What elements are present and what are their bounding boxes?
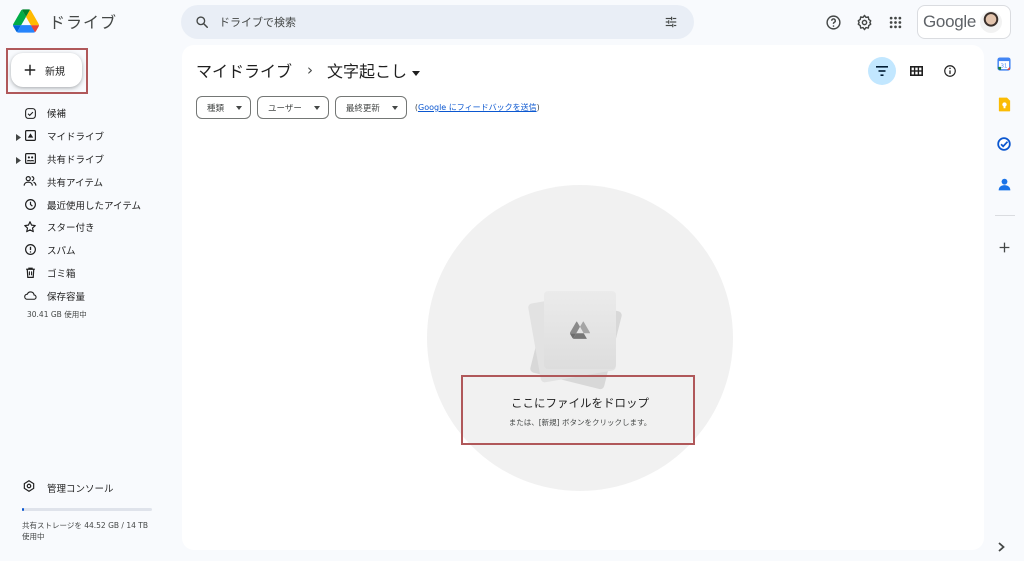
search-icon[interactable] [185, 15, 219, 29]
tasks-app-icon[interactable] [995, 135, 1013, 153]
star-icon [23, 220, 37, 234]
filter-chip-modified[interactable]: 最終更新 [334, 96, 407, 119]
account-switcher[interactable]: Google [917, 5, 1011, 39]
shared-people-icon [23, 174, 37, 188]
shared-storage-text: 共有ストレージを 44.52 GB / 14 TB 使用中 [22, 521, 148, 541]
chip-label: 最終更新 [345, 103, 380, 114]
feedback-link[interactable]: Google にフィードバックを送信 [418, 103, 537, 112]
filter-chip-type[interactable]: 種類 [196, 96, 252, 119]
suggested-icon [23, 106, 37, 120]
filter-chip-people[interactable]: ユーザー [257, 96, 329, 119]
breadcrumb-root[interactable]: マイドライブ [196, 58, 292, 82]
search-input[interactable] [219, 15, 654, 29]
storage-progress-fill [22, 508, 24, 511]
help-icon[interactable] [823, 12, 843, 32]
sidebar-item-label: 最近使用したアイテム [47, 200, 142, 212]
sidebar-item-trash[interactable]: ゴミ箱 [0, 262, 170, 285]
view-toolbar [868, 57, 970, 85]
info-icon [944, 65, 956, 77]
add-addon-icon[interactable] [995, 238, 1013, 256]
sidebar-item-label: 共有ドライブ [47, 154, 105, 166]
chip-label: 種類 [207, 103, 225, 114]
apps-grid-icon[interactable] [885, 12, 905, 32]
sidebar-item-shared-drives[interactable]: 共有ドライブ [0, 148, 170, 171]
sidebar-item-label: 保存容量 [47, 291, 86, 303]
filter-chips: 種類 ユーザー 最終更新 (Google にフィードバックを送信) [196, 96, 540, 119]
breadcrumb-current-folder[interactable]: 文字起こし [327, 58, 407, 82]
expand-caret-icon[interactable] [16, 133, 21, 144]
app-title: ドライブ [49, 13, 118, 32]
drive-logo-gray-icon [570, 321, 590, 339]
search-bar[interactable] [181, 5, 694, 39]
sidebar-item-my-drive[interactable]: マイドライブ [0, 125, 170, 148]
sidebar-item-spam[interactable]: スパム [0, 239, 170, 262]
sidebar-item-label: スター付き [47, 223, 95, 235]
chip-label: ユーザー [268, 103, 302, 114]
sidebar-nav: 候補 マイドライブ 共有ドライブ 共有アイテム 最近使用したアイテム スター付き… [0, 102, 170, 307]
storage-progress-bar [22, 508, 152, 511]
sidebar-item-recent[interactable]: 最近使用したアイテム [0, 193, 170, 216]
main-panel: マイドライブ › 文字起こし 種類 ユーザー 最終更新 (Google にフィー… [182, 45, 984, 550]
admin-shield-icon [22, 479, 36, 496]
my-drive-icon [23, 129, 37, 143]
avatar[interactable] [980, 11, 1003, 33]
search-options-icon[interactable] [654, 15, 688, 29]
settings-gear-icon[interactable] [854, 12, 874, 32]
chevron-down-icon [236, 103, 243, 113]
trash-icon [23, 266, 37, 280]
calendar-app-icon[interactable]: 31 [995, 55, 1013, 73]
highlight-box-new [6, 48, 88, 94]
grid-view-button[interactable] [902, 57, 930, 85]
sidebar-item-label: ゴミ箱 [47, 268, 76, 280]
admin-console-link[interactable]: 管理コンソール [22, 479, 114, 496]
breadcrumb: マイドライブ › 文字起こし [196, 58, 421, 82]
details-button[interactable] [936, 57, 964, 85]
breadcrumb-separator: › [307, 61, 314, 79]
feedback-paren-close: ) [536, 103, 540, 112]
feedback-text: (Google にフィードバックを送信) [415, 102, 540, 113]
filter-toggle-button[interactable] [868, 57, 896, 85]
filter-icon [876, 66, 888, 76]
empty-state-card-front [544, 291, 616, 369]
clock-icon [23, 197, 37, 211]
highlight-box-drop [461, 375, 695, 445]
sidebar-item-label: スパム [47, 246, 76, 258]
sidebar-item-label: マイドライブ [47, 132, 105, 144]
admin-console-label: 管理コンソール [47, 483, 114, 495]
sidebar-item-label: 候補 [47, 109, 67, 121]
rail-divider [995, 215, 1015, 216]
folder-dropdown-icon[interactable] [412, 61, 421, 80]
storage-used-text: 30.41 GB 使用中 [27, 310, 87, 319]
sidebar-item-shared-with-me[interactable]: 共有アイテム [0, 170, 170, 193]
drive-logo[interactable]: ドライブ [13, 9, 117, 33]
sidebar-item-starred[interactable]: スター付き [0, 216, 170, 239]
collapse-panel-chevron-icon[interactable] [998, 537, 1005, 556]
sidebar-item-label: 共有アイテム [47, 177, 104, 189]
sidebar-item-storage[interactable]: 保存容量 [0, 284, 170, 307]
contacts-app-icon[interactable] [995, 175, 1013, 193]
spam-icon [23, 243, 37, 257]
keep-app-icon[interactable] [995, 95, 1013, 113]
svg-text:31: 31 [1001, 64, 1008, 70]
cloud-icon [23, 288, 37, 302]
chevron-down-icon [313, 103, 320, 113]
drive-logo-icon [13, 9, 39, 33]
shared-drives-icon [23, 152, 37, 166]
side-panel-rail: 31 [995, 55, 1015, 278]
google-brand: Google [923, 12, 977, 31]
sidebar-item-suggested[interactable]: 候補 [0, 102, 170, 125]
expand-caret-icon[interactable] [16, 156, 21, 167]
grid-layout-icon [909, 66, 923, 76]
chevron-down-icon [391, 103, 398, 113]
